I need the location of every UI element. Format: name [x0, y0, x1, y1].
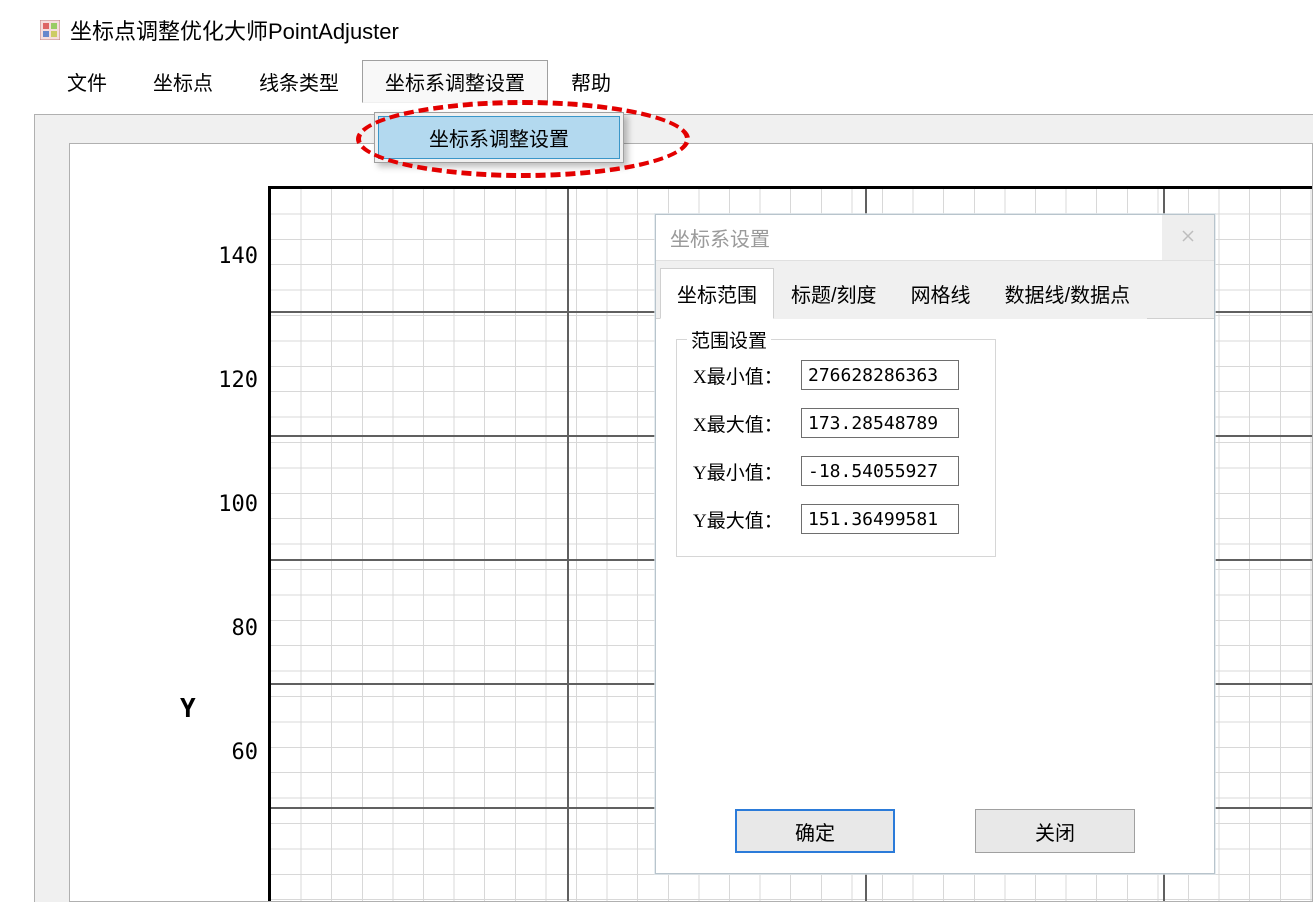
tab-dataline[interactable]: 数据线/数据点 — [988, 268, 1148, 319]
input-xmin[interactable] — [801, 360, 959, 390]
tab-gridlines[interactable]: 网格线 — [894, 268, 988, 319]
coord-settings-dialog: 坐标系设置 坐标范围 标题/刻度 网格线 数据线/数据点 范围设置 X最小值： … — [655, 214, 1215, 874]
row-xmax: X最大值： — [693, 408, 979, 438]
dropdown-coord-settings[interactable]: 坐标系调整设置 — [378, 116, 620, 159]
label-xmin: X最小值： — [693, 362, 793, 389]
row-xmin: X最小值： — [693, 360, 979, 390]
y-axis-label: Y — [180, 694, 196, 724]
app-title: 坐标点调整优化大师PointAdjuster — [70, 14, 399, 46]
y-tick-100: 100 — [208, 492, 258, 517]
menubar: 文件 坐标点 线条类型 坐标系调整设置 帮助 — [0, 54, 1313, 109]
close-button[interactable]: 关闭 — [975, 809, 1135, 853]
y-tick-120: 120 — [208, 368, 258, 393]
ok-button[interactable]: 确定 — [735, 809, 895, 853]
tab-title-scale[interactable]: 标题/刻度 — [774, 268, 894, 319]
input-ymax[interactable] — [801, 504, 959, 534]
app-icon — [40, 20, 60, 40]
tab-range[interactable]: 坐标范围 — [660, 268, 774, 319]
dialog-tabs: 坐标范围 标题/刻度 网格线 数据线/数据点 — [656, 261, 1214, 319]
range-group-title: 范围设置 — [687, 326, 771, 353]
dialog-titlebar[interactable]: 坐标系设置 — [656, 215, 1214, 261]
input-xmax[interactable] — [801, 408, 959, 438]
row-ymin: Y最小值： — [693, 456, 979, 486]
dialog-title: 坐标系设置 — [670, 223, 770, 252]
menu-linetype[interactable]: 线条类型 — [236, 60, 362, 103]
label-ymax: Y最大值： — [693, 506, 793, 533]
dialog-close-button — [1162, 215, 1214, 260]
menu-dropdown: 坐标系调整设置 — [374, 112, 624, 163]
titlebar: 坐标点调整优化大师PointAdjuster — [0, 0, 1313, 54]
y-tick-140: 140 — [208, 244, 258, 269]
tab-content-range: 范围设置 X最小值： X最大值： Y最小值： Y最大值： — [656, 319, 1214, 795]
row-ymax: Y最大值： — [693, 504, 979, 534]
range-groupbox: 范围设置 X最小值： X最大值： Y最小值： Y最大值： — [676, 339, 996, 557]
label-xmax: X最大值： — [693, 410, 793, 437]
menu-file[interactable]: 文件 — [44, 60, 130, 103]
menu-coord-settings[interactable]: 坐标系调整设置 — [362, 60, 548, 103]
menu-help[interactable]: 帮助 — [548, 60, 634, 103]
dialog-body: 坐标范围 标题/刻度 网格线 数据线/数据点 范围设置 X最小值： X最大值： … — [656, 261, 1214, 873]
y-tick-60: 60 — [208, 740, 258, 765]
input-ymin[interactable] — [801, 456, 959, 486]
label-ymin: Y最小值： — [693, 458, 793, 485]
menu-points[interactable]: 坐标点 — [130, 60, 236, 103]
close-icon — [1182, 229, 1194, 247]
y-tick-80: 80 — [208, 616, 258, 641]
dialog-buttons: 确定 关闭 — [656, 795, 1214, 873]
